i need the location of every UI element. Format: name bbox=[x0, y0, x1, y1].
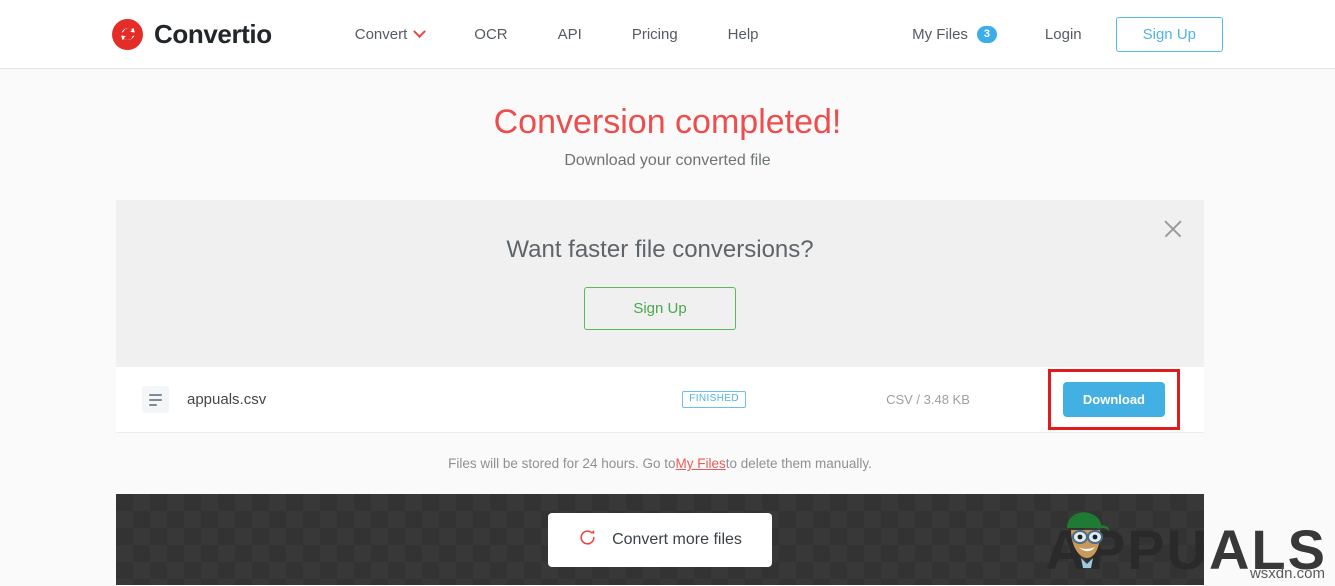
nav-item-api-label: API bbox=[557, 25, 582, 43]
convert-more-files-button[interactable]: Convert more files bbox=[548, 512, 772, 567]
my-files-inline-link[interactable]: My Files bbox=[676, 456, 726, 471]
nav-item-ocr[interactable]: OCR bbox=[449, 26, 532, 43]
my-files-label: My Files bbox=[912, 25, 968, 43]
promo-title: Want faster file conversions? bbox=[506, 236, 814, 263]
my-files-count-badge: 3 bbox=[976, 25, 997, 43]
reload-icon bbox=[578, 528, 597, 552]
convert-more-footer: Convert more files bbox=[116, 494, 1204, 585]
nav-item-ocr-label: OCR bbox=[474, 25, 508, 43]
signup-button-promo[interactable]: Sign Up bbox=[584, 287, 736, 330]
conversion-result-card: Want faster file conversions? Sign Up ap… bbox=[116, 200, 1204, 585]
nav-item-pricing[interactable]: Pricing bbox=[607, 26, 703, 43]
login-link[interactable]: Login bbox=[1021, 26, 1106, 43]
nav-item-help-label: Help bbox=[727, 25, 759, 43]
download-highlight-wrapper: Download bbox=[1047, 369, 1180, 430]
chevron-down-icon bbox=[413, 24, 427, 38]
page-heading-area: Conversion completed! Download your conv… bbox=[0, 69, 1335, 170]
status-badge: FINISHED bbox=[682, 391, 747, 408]
nav-item-help[interactable]: Help bbox=[703, 26, 784, 43]
download-button[interactable]: Download bbox=[1062, 382, 1165, 417]
nav-item-convert[interactable]: Convert bbox=[330, 24, 450, 43]
storage-notice-text-after: to delete them manually. bbox=[725, 456, 872, 471]
primary-navigation: Convert OCR API Pricing Help bbox=[330, 24, 784, 43]
convertio-logo-icon bbox=[112, 18, 143, 50]
brand-logo-link[interactable]: Convertio bbox=[112, 18, 272, 50]
file-lines-icon bbox=[142, 386, 169, 413]
file-name: appuals.csv bbox=[187, 391, 267, 408]
file-meta: CSV / 3.48 KB bbox=[886, 392, 970, 407]
convert-more-files-label: Convert more files bbox=[612, 530, 742, 548]
file-row: appuals.csv FINISHED CSV / 3.48 KB Downl… bbox=[116, 367, 1204, 433]
promo-banner: Want faster file conversions? Sign Up bbox=[116, 200, 1204, 367]
nav-item-api[interactable]: API bbox=[533, 26, 607, 43]
brand-name: Convertio bbox=[154, 18, 272, 49]
nav-item-pricing-label: Pricing bbox=[631, 25, 678, 43]
storage-notice-text-before: Files will be stored for 24 hours. Go to bbox=[448, 456, 676, 471]
signup-button-header[interactable]: Sign Up bbox=[1115, 16, 1223, 52]
page-subtitle: Download your converted file bbox=[564, 151, 771, 169]
storage-notice: Files will be stored for 24 hours. Go to… bbox=[116, 433, 1204, 494]
page-title: Conversion completed! bbox=[493, 103, 842, 141]
watermark-source: wsxdn.com bbox=[1249, 565, 1325, 582]
my-files-link[interactable]: My Files 3 bbox=[912, 25, 1021, 43]
site-header: Convertio Convert OCR API Pricing Help M… bbox=[0, 0, 1335, 69]
nav-item-convert-label: Convert bbox=[354, 25, 408, 43]
header-account-area: My Files 3 Login Sign Up bbox=[912, 16, 1223, 52]
close-icon[interactable] bbox=[1160, 216, 1186, 242]
